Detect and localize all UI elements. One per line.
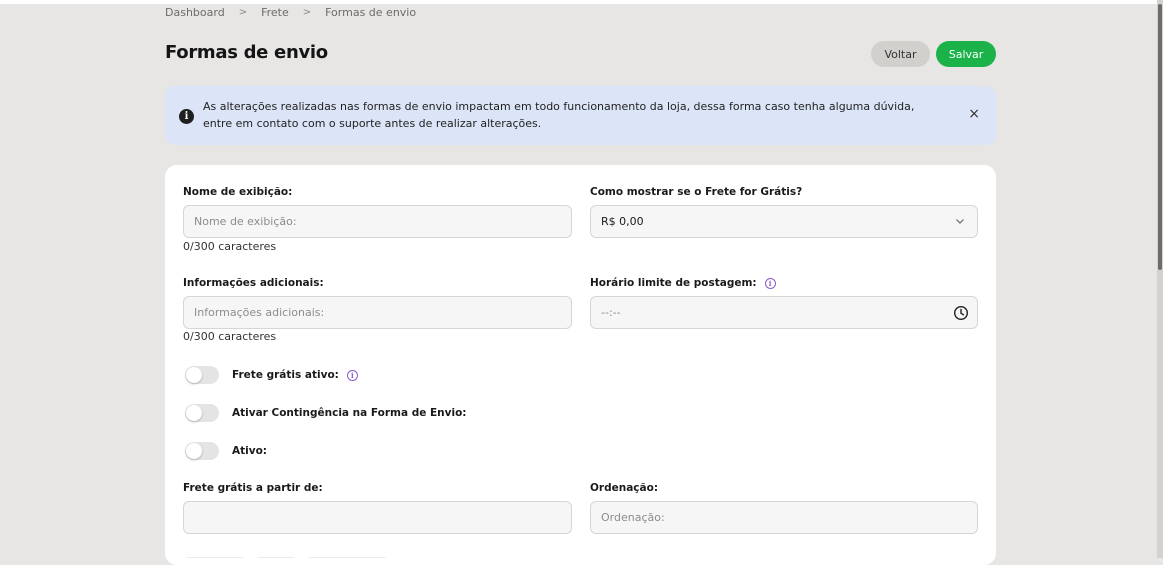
free-shipping-display-select[interactable]: R$ 0,00 bbox=[590, 205, 978, 238]
toggle-knob bbox=[186, 443, 202, 459]
breadcrumb-separator: > bbox=[302, 7, 312, 18]
page-title: Formas de envio bbox=[165, 42, 328, 63]
active-label: Ativo: bbox=[232, 445, 268, 457]
chevron-down-icon bbox=[956, 219, 964, 224]
posting-deadline-time-input[interactable]: --:-- bbox=[590, 296, 978, 329]
clock-icon[interactable] bbox=[953, 305, 969, 321]
info-icon: i bbox=[179, 109, 194, 124]
ordering-input[interactable] bbox=[590, 501, 978, 534]
scrollbar-track[interactable] bbox=[1157, 0, 1163, 558]
info-icon[interactable]: i bbox=[764, 277, 776, 289]
breadcrumb-frete[interactable]: Frete bbox=[261, 6, 289, 19]
contingency-row: Ativar Contingência na Forma de Envio: bbox=[185, 404, 467, 422]
breadcrumb-current: Formas de envio bbox=[325, 6, 417, 19]
back-button[interactable]: Voltar bbox=[871, 41, 930, 67]
free-shipping-display-value: R$ 0,00 bbox=[601, 215, 644, 228]
contingency-label: Ativar Contingência na Forma de Envio: bbox=[232, 407, 467, 419]
free-from-input[interactable] bbox=[183, 501, 572, 534]
breadcrumb-separator: > bbox=[238, 7, 248, 18]
free-shipping-active-label-text: Frete grátis ativo: bbox=[232, 369, 339, 381]
breadcrumb-dashboard[interactable]: Dashboard bbox=[165, 6, 225, 19]
toggle-knob bbox=[186, 405, 202, 421]
ordering-label: Ordenação: bbox=[590, 482, 659, 494]
display-name-counter: 0/300 caracteres bbox=[183, 240, 277, 253]
alert-message: As alterações realizadas nas formas de e… bbox=[203, 100, 915, 130]
info-icon[interactable]: i bbox=[346, 369, 358, 381]
active-row: Ativo: bbox=[185, 442, 267, 460]
save-button[interactable]: Salvar bbox=[936, 41, 996, 67]
close-icon[interactable]: × bbox=[968, 106, 980, 122]
free-shipping-active-label: Frete grátis ativo: i bbox=[232, 369, 358, 381]
posting-deadline-value: --:-- bbox=[601, 306, 621, 319]
info-alert: i As alterações realizadas nas formas de… bbox=[165, 86, 996, 145]
next-section-faded bbox=[185, 548, 435, 558]
additional-info-input[interactable] bbox=[183, 296, 572, 329]
active-toggle[interactable] bbox=[185, 442, 219, 460]
top-band bbox=[0, 0, 1163, 4]
additional-info-label: Informações adicionais: bbox=[183, 277, 324, 289]
free-shipping-display-label: Como mostrar se o Frete for Grátis? bbox=[590, 186, 803, 198]
breadcrumb: Dashboard > Frete > Formas de envio bbox=[165, 6, 416, 19]
display-name-input[interactable] bbox=[183, 205, 572, 238]
free-shipping-active-toggle[interactable] bbox=[185, 366, 219, 384]
posting-deadline-label-text: Horário limite de postagem: bbox=[590, 277, 757, 289]
contingency-toggle[interactable] bbox=[185, 404, 219, 422]
toggle-knob bbox=[186, 367, 202, 383]
posting-deadline-label: Horário limite de postagem: i bbox=[590, 277, 776, 289]
display-name-label: Nome de exibição: bbox=[183, 186, 293, 198]
free-shipping-active-row: Frete grátis ativo: i bbox=[185, 366, 358, 384]
free-from-label: Frete grátis a partir de: bbox=[183, 482, 323, 494]
scrollbar-thumb[interactable] bbox=[1158, 4, 1162, 270]
additional-info-counter: 0/300 caracteres bbox=[183, 330, 277, 343]
